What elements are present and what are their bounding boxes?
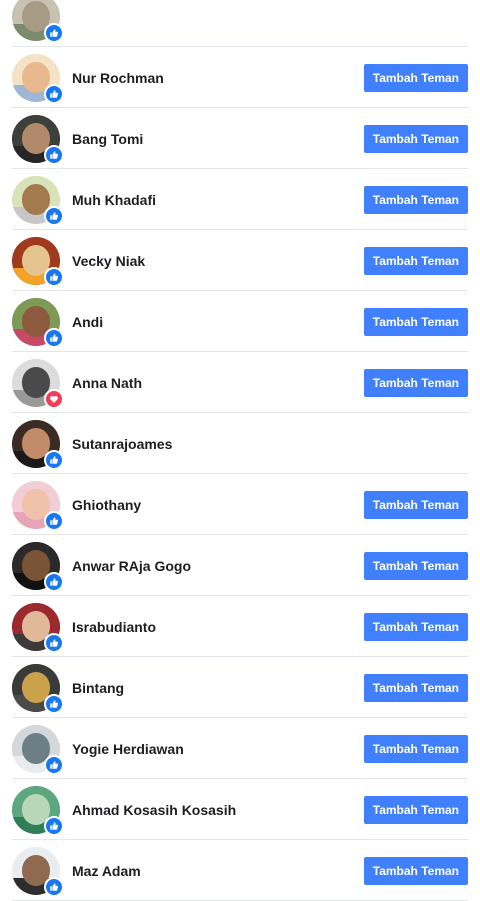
list-item: Anwar RAja Gogo Tambah Teman bbox=[0, 535, 480, 596]
person-name[interactable]: Andi bbox=[72, 314, 364, 330]
avatar-container bbox=[12, 114, 64, 165]
like-icon bbox=[44, 632, 64, 653]
like-icon bbox=[44, 754, 64, 775]
add-friend-button[interactable]: Tambah Teman bbox=[363, 856, 468, 885]
add-friend-button[interactable]: Tambah Teman bbox=[363, 673, 468, 702]
like-icon bbox=[44, 327, 64, 348]
add-friend-button[interactable]: Tambah Teman bbox=[363, 185, 468, 214]
list-item: Muh Khadafi Tambah Teman bbox=[0, 169, 480, 230]
list-item: Yogie Herdiawan Tambah Teman bbox=[0, 718, 480, 779]
person-name[interactable]: Anna Nath bbox=[72, 375, 364, 391]
list-item: Ghiothany Tambah Teman bbox=[0, 474, 480, 535]
add-friend-button[interactable]: Tambah Teman bbox=[363, 490, 468, 519]
like-icon bbox=[44, 449, 64, 470]
avatar-container bbox=[12, 724, 64, 775]
person-name[interactable]: Ghiothany bbox=[72, 497, 364, 513]
list-item: Nur Rochman Tambah Teman bbox=[0, 47, 480, 108]
avatar-container bbox=[12, 297, 64, 348]
like-icon bbox=[44, 83, 64, 104]
person-name[interactable]: Muh Khadafi bbox=[72, 192, 364, 208]
person-name[interactable]: Bang Tomi bbox=[72, 131, 364, 147]
add-friend-button[interactable]: Tambah Teman bbox=[363, 734, 468, 763]
like-icon bbox=[44, 205, 64, 226]
person-name[interactable]: Yogie Herdiawan bbox=[72, 741, 364, 757]
love-icon bbox=[44, 388, 64, 409]
avatar-container bbox=[12, 419, 64, 470]
avatar-container bbox=[12, 602, 64, 653]
like-icon bbox=[44, 693, 64, 714]
like-icon bbox=[44, 815, 64, 836]
avatar-container bbox=[12, 175, 64, 226]
avatar-container bbox=[12, 236, 64, 287]
avatar-container bbox=[12, 663, 64, 714]
avatar-container bbox=[12, 0, 64, 43]
person-name[interactable]: Nur Rochman bbox=[72, 70, 364, 86]
avatar-container bbox=[12, 541, 64, 592]
avatar-container bbox=[12, 53, 64, 104]
like-icon bbox=[44, 22, 64, 43]
list-item: Ahmad Kosasih Kosasih Tambah Teman bbox=[0, 779, 480, 840]
list-item: Bintang Tambah Teman bbox=[0, 657, 480, 718]
like-icon bbox=[44, 876, 64, 897]
avatar-container bbox=[12, 358, 64, 409]
add-friend-button[interactable]: Tambah Teman bbox=[363, 368, 468, 397]
list-item: Bang Tomi Tambah Teman bbox=[0, 108, 480, 169]
person-name[interactable]: Ahmad Kosasih Kosasih bbox=[72, 802, 364, 818]
avatar-container bbox=[12, 480, 64, 531]
list-item: Anna Nath Tambah Teman bbox=[0, 352, 480, 413]
add-friend-button[interactable]: Tambah Teman bbox=[363, 63, 468, 92]
person-name[interactable]: Israbudianto bbox=[72, 619, 364, 635]
list-item: Tambah Teman bbox=[0, 0, 480, 47]
like-icon bbox=[44, 144, 64, 165]
person-name[interactable]: Bintang bbox=[72, 680, 364, 696]
list-item: Vecky Niak Tambah Teman bbox=[0, 230, 480, 291]
add-friend-button[interactable]: Tambah Teman bbox=[363, 124, 468, 153]
add-friend-button[interactable]: Tambah Teman bbox=[363, 307, 468, 336]
add-friend-button[interactable]: Tambah Teman bbox=[363, 551, 468, 580]
add-friend-button[interactable]: Tambah Teman bbox=[363, 612, 468, 641]
person-name[interactable]: Maz Adam bbox=[72, 863, 364, 879]
list-item: SutanrajoamesTambah Teman bbox=[0, 413, 480, 474]
list-item: Andi Tambah Teman bbox=[0, 291, 480, 352]
person-name[interactable]: Vecky Niak bbox=[72, 253, 364, 269]
add-friend-button[interactable]: Tambah Teman bbox=[363, 795, 468, 824]
like-icon bbox=[44, 571, 64, 592]
like-icon bbox=[44, 266, 64, 287]
like-icon bbox=[44, 510, 64, 531]
friend-suggestion-list: Tambah TemanNur RochmanTambah TemanBang … bbox=[0, 0, 480, 901]
person-name[interactable]: Sutanrajoames bbox=[72, 436, 364, 452]
avatar-container bbox=[12, 785, 64, 836]
person-name[interactable]: Anwar RAja Gogo bbox=[72, 558, 364, 574]
add-friend-button[interactable]: Tambah Teman bbox=[363, 246, 468, 275]
list-item: Israbudianto Tambah Teman bbox=[0, 596, 480, 657]
list-item: Maz Adam Tambah Teman bbox=[0, 840, 480, 901]
